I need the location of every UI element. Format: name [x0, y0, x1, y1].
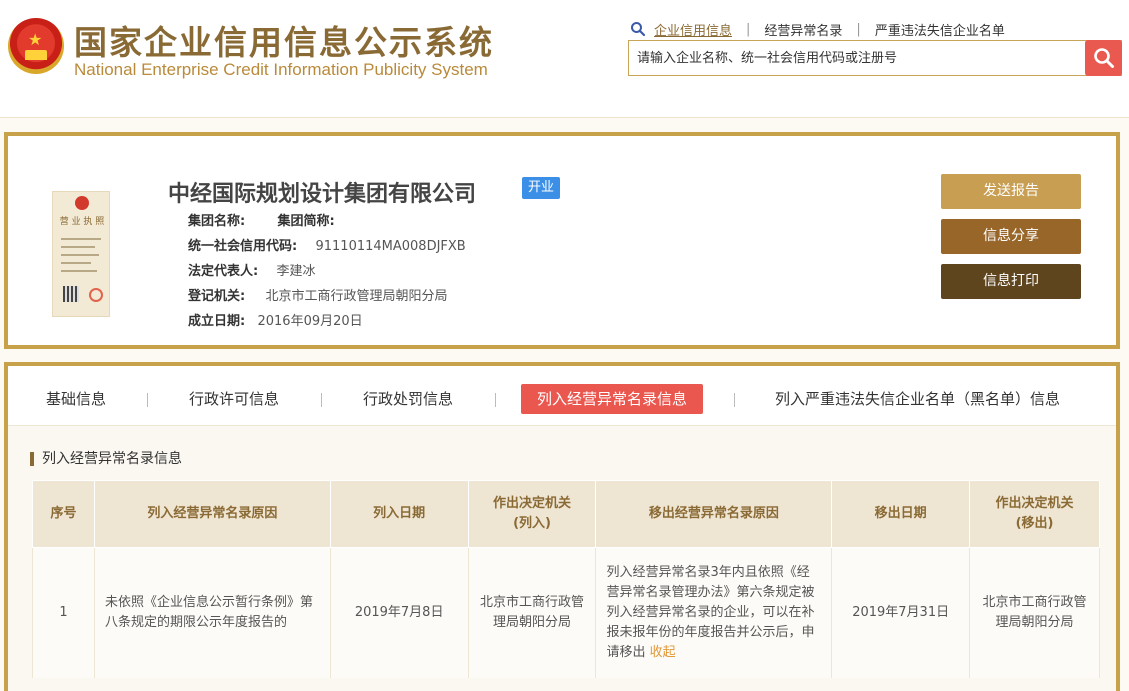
reg-authority-row: 登记机关: 北京市工商行政管理局朝阳分局: [188, 285, 448, 304]
cell-date-out: 2019年7月31日: [831, 547, 971, 678]
business-license-image[interactable]: 营 业 执 照: [52, 191, 110, 317]
cell-index: 1: [32, 547, 95, 678]
license-title: 营 业 执 照: [59, 217, 105, 227]
nav-divider: |: [746, 21, 751, 37]
license-seal-icon: [75, 196, 89, 210]
search-icon: [631, 22, 646, 37]
status-badge: 开业: [522, 177, 561, 199]
search-button[interactable]: [1085, 40, 1122, 76]
tab-blacklist[interactable]: 列入严重违法失信企业名单（黑名单）信息: [775, 384, 1060, 414]
tab-admin-license[interactable]: 行政许可信息: [189, 384, 279, 414]
credit-code-row: 统一社会信用代码: 91110114MA008DJFXB: [188, 235, 466, 254]
collapse-link[interactable]: 收起: [650, 645, 676, 660]
established-value: 2016年09月20日: [257, 314, 363, 329]
legal-rep-row: 法定代表人: 李建冰: [188, 260, 316, 279]
col-authority-in: 作出决定机关 (列入): [467, 480, 597, 548]
site-subtitle: National Enterprise Credit Information P…: [74, 60, 488, 79]
col-index: 序号: [32, 480, 95, 548]
send-report-button[interactable]: 发送报告: [941, 174, 1081, 209]
table-row: 1 未依照《企业信息公示暂行条例》第八条规定的期限公示年度报告的 2019年7月…: [32, 547, 1100, 678]
search-input[interactable]: [629, 41, 1087, 75]
reg-authority-label: 登记机关:: [188, 289, 246, 304]
info-tabs-panel: 基础信息 行政许可信息 行政处罚信息 列入经营异常名录信息 列入严重违法失信企业…: [4, 362, 1120, 691]
col-authority-out: 作出决定机关 (移出): [969, 480, 1100, 548]
legal-rep-value: 李建冰: [276, 264, 316, 279]
group-short-label: 集团简称:: [277, 214, 335, 229]
table-header-row: 序号 列入经营异常名录原因 列入日期 作出决定机关 (列入) 移出经营异常名录原因…: [32, 480, 1100, 548]
established-row: 成立日期: 2016年09月20日: [188, 310, 363, 329]
search-icon: [1093, 48, 1114, 68]
nav-abnormal-list[interactable]: 经营异常名录: [764, 20, 842, 39]
col-date-out: 移出日期: [831, 480, 971, 548]
nav-blacklist[interactable]: 严重违法失信企业名单: [875, 20, 1005, 39]
cell-authority-out: 北京市工商行政管理局朝阳分局: [969, 547, 1100, 678]
share-info-button[interactable]: 信息分享: [941, 219, 1081, 254]
group-name-label: 集团名称:: [188, 214, 246, 229]
tab-admin-penalty[interactable]: 行政处罚信息: [363, 384, 453, 414]
col-removal-reason: 移出经营异常名录原因: [595, 480, 833, 548]
nav-divider: |: [856, 21, 861, 37]
col-date-in: 列入日期: [329, 480, 469, 548]
search-box: [628, 40, 1122, 76]
top-nav: 企业信用信息 | 经营异常名录 | 严重违法失信企业名单: [630, 20, 1005, 39]
credit-code-value: 91110114MA008DJFXB: [315, 239, 466, 254]
site-title: 国家企业信用信息公示系统: [74, 23, 494, 62]
abnormal-list-table: 序号 列入经营异常名录原因 列入日期 作出决定机关 (列入) 移出经营异常名录原因…: [32, 480, 1100, 678]
stamp-icon: [89, 288, 103, 302]
col-reason: 列入经营异常名录原因: [93, 480, 331, 548]
tab-basic-info[interactable]: 基础信息: [46, 384, 106, 414]
section-title: 列入经营异常名录信息: [30, 452, 182, 466]
nav-enterprise-credit[interactable]: 企业信用信息: [654, 20, 732, 39]
print-info-button[interactable]: 信息打印: [941, 264, 1081, 299]
cell-removal-reason: 列入经营异常名录3年内且依照《经营异常名录管理办法》第六条规定被列入经营异常名录…: [595, 547, 833, 678]
qr-code-icon: [63, 286, 79, 302]
removal-reason-text: 列入经营异常名录3年内且依照《经营异常名录管理办法》第六条规定被列入经营异常名录…: [606, 564, 815, 660]
credit-code-label: 统一社会信用代码:: [188, 239, 298, 254]
legal-rep-label: 法定代表人:: [188, 264, 259, 279]
cell-reason: 未依照《企业信息公示暂行条例》第八条规定的期限公示年度报告的: [93, 547, 331, 678]
tab-abnormal-list[interactable]: 列入经营异常名录信息: [521, 384, 704, 414]
reg-authority-value: 北京市工商行政管理局朝阳分局: [265, 289, 448, 304]
site-header: ★ 国家企业信用信息公示系统 National Enterprise Credi…: [0, 0, 1129, 118]
tab-bar: 基础信息 行政许可信息 行政处罚信息 列入经营异常名录信息 列入严重违法失信企业…: [8, 366, 1116, 426]
company-card: 营 业 执 照 中经国际规划设计集团有限公司 开业 集团名称: 集团简称: 统一…: [4, 132, 1120, 349]
page: ★ 国家企业信用信息公示系统 National Enterprise Credi…: [0, 0, 1129, 691]
cell-date-in: 2019年7月8日: [329, 547, 469, 678]
group-name-row: 集团名称: 集团简称:: [188, 210, 335, 229]
established-label: 成立日期:: [188, 314, 246, 329]
cell-authority-in: 北京市工商行政管理局朝阳分局: [467, 547, 597, 678]
national-emblem-icon: ★: [8, 18, 64, 74]
company-name: 中经国际规划设计集团有限公司: [168, 182, 477, 207]
